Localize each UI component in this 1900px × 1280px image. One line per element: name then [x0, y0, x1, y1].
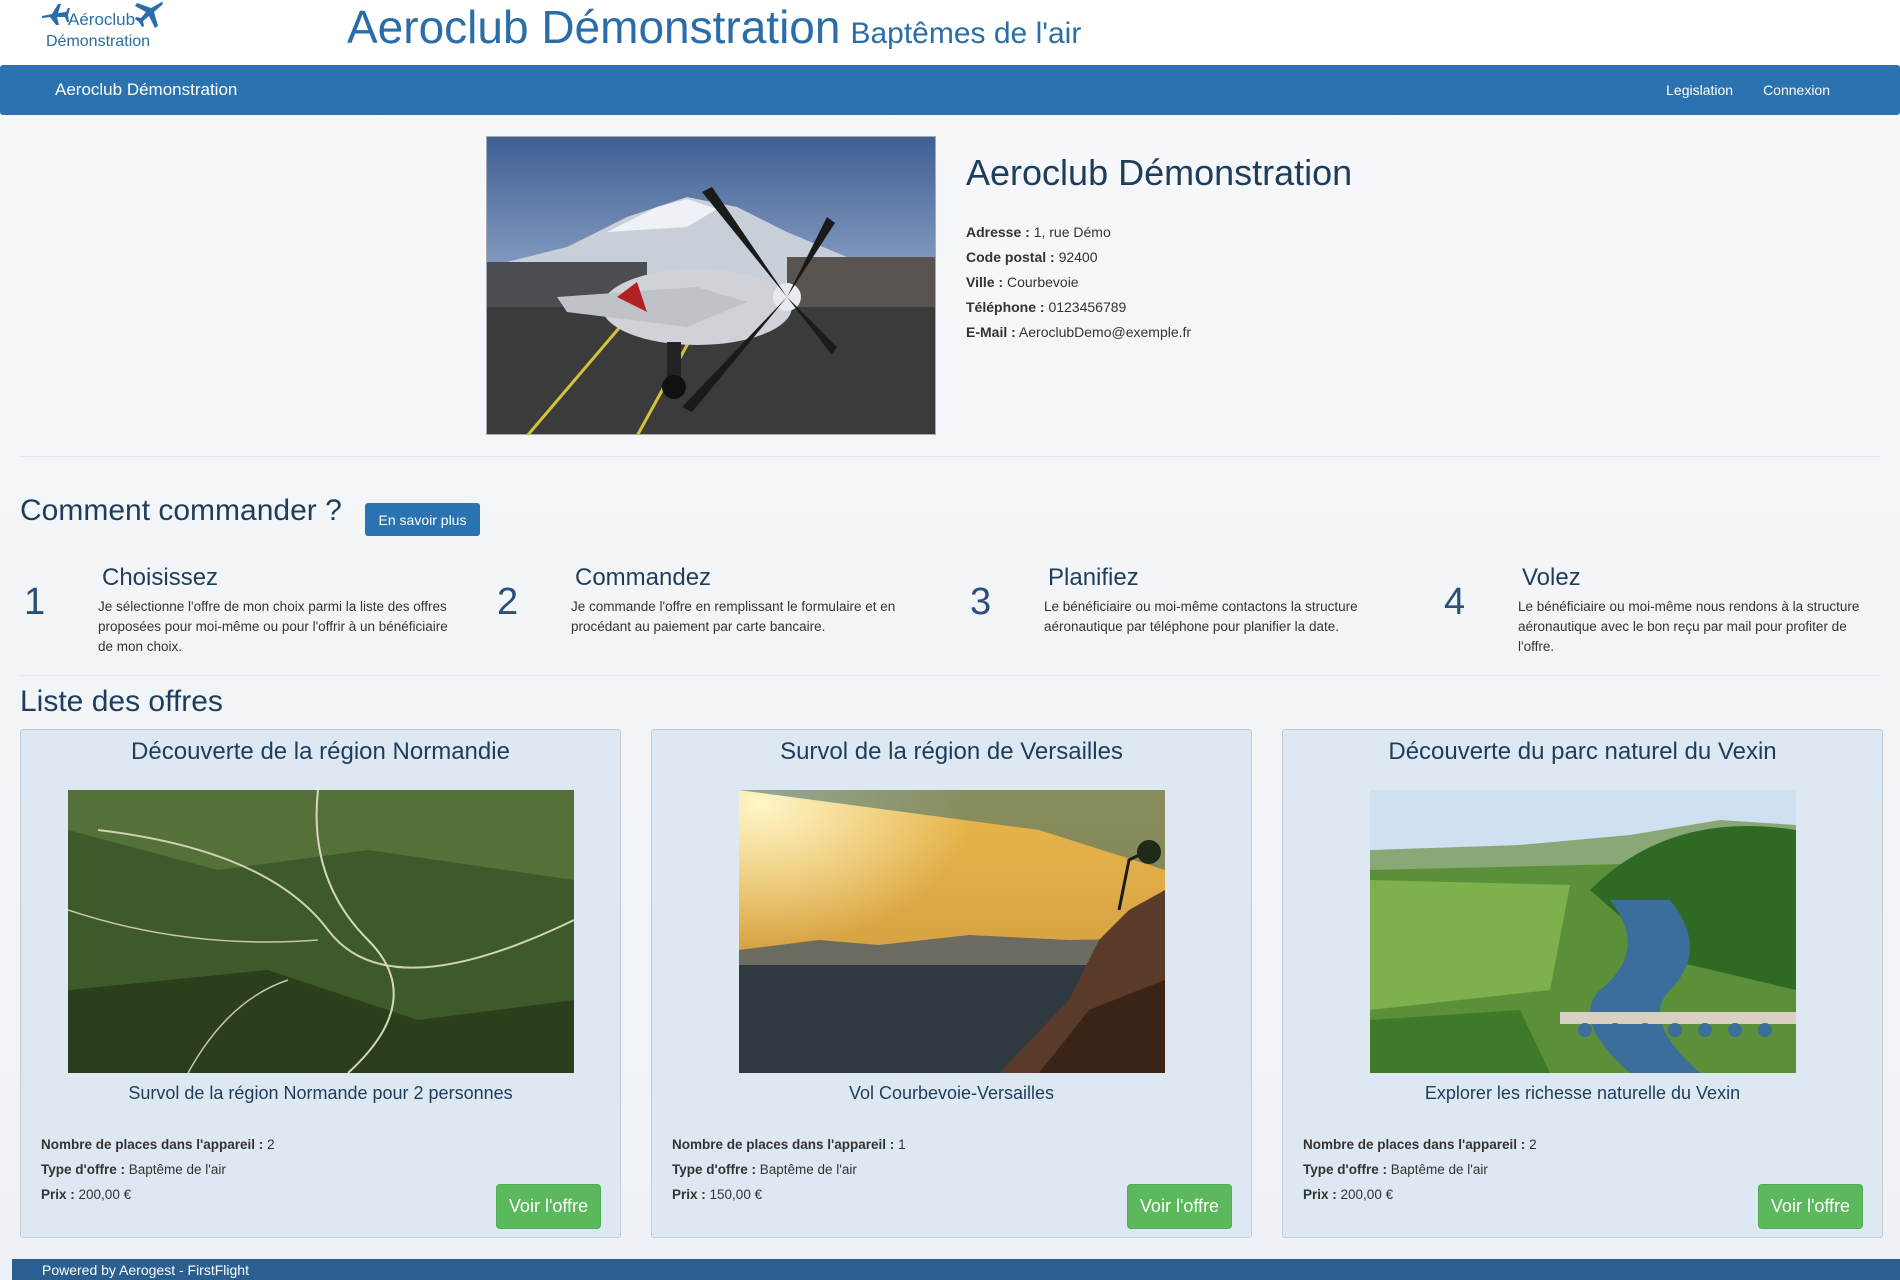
- how-to-order-title: Comment commander ?: [20, 494, 342, 527]
- nav-link-connexion[interactable]: Connexion: [1763, 82, 1830, 98]
- club-address: Adresse : 1, rue Démo: [966, 220, 1352, 245]
- offer-seats: Nombre de places dans l'appareil : 2: [1303, 1132, 1537, 1157]
- top-header: Aéroclub Démonstration Aeroclub Démonstr…: [0, 0, 1900, 65]
- step-description: Le bénéficiaire ou moi-même contactons l…: [1044, 599, 1358, 634]
- airplane-icon: [42, 4, 70, 25]
- footer: Powered by Aerogest - FirstFlight: [12, 1259, 1900, 1280]
- step-number: 2: [497, 581, 519, 623]
- offer-image-aerial-landscape: [68, 790, 574, 1073]
- view-offer-button[interactable]: Voir l'offre: [1758, 1184, 1863, 1229]
- offer-card-vexin: Découverte du parc naturel du Vexin Expl…: [1282, 729, 1883, 1238]
- club-phone-label: Téléphone :: [966, 299, 1045, 315]
- step-title: Commandez: [575, 564, 712, 591]
- offer-type-value: Baptême de l'air: [759, 1162, 857, 1177]
- offer-price-label: Prix :: [672, 1187, 706, 1202]
- offer-description: Vol Courbevoie-Versailles: [848, 1083, 1055, 1103]
- offer-seats-value: 2: [1529, 1137, 1537, 1152]
- offer-type: Type d'offre : Baptême de l'air: [41, 1157, 275, 1182]
- offer-title: Découverte de la région Normandie: [131, 738, 510, 765]
- logo-text-line2: Démonstration: [46, 33, 151, 50]
- offer-image-sunset-valley: [739, 790, 1165, 1073]
- nav-link-legislation[interactable]: Legislation: [1666, 82, 1733, 98]
- club-info: Aeroclub Démonstration Adresse : 1, rue …: [966, 152, 1352, 345]
- offer-type-value: Baptême de l'air: [1390, 1162, 1488, 1177]
- club-postal-code-label: Code postal :: [966, 249, 1055, 265]
- club-photo-aircraft: [486, 136, 936, 435]
- navbar-links: Legislation Connexion: [1666, 82, 1830, 98]
- step-number: 3: [970, 581, 992, 623]
- club-phone-value: 0123456789: [1048, 299, 1127, 315]
- club-city-label: Ville :: [966, 274, 1004, 290]
- offer-type-value: Baptême de l'air: [128, 1162, 226, 1177]
- navbar: Aeroclub Démonstration Legislation Conne…: [0, 65, 1900, 115]
- offer-seats: Nombre de places dans l'appareil : 2: [41, 1132, 275, 1157]
- offers-title: Liste des offres: [20, 685, 223, 718]
- step-description: Je commande l'offre en remplissant le fo…: [571, 599, 896, 634]
- step-title: Planifiez: [1048, 564, 1139, 591]
- offer-title: Survol de la région de Versailles: [780, 738, 1123, 765]
- offer-type-label: Type d'offre :: [672, 1162, 756, 1177]
- airplane-icon: [135, 2, 163, 28]
- offer-card-normandie: Découverte de la région Normandie Survol…: [20, 729, 621, 1238]
- club-address-label: Adresse :: [966, 224, 1030, 240]
- offer-details: Nombre de places dans l'appareil : 1 Typ…: [672, 1132, 906, 1207]
- club-city-value: Courbevoie: [1006, 274, 1079, 290]
- site-title: Aeroclub Démonstration Baptêmes de l'air: [347, 0, 1081, 54]
- club-email: E-Mail : AeroclubDemo@exemple.fr: [966, 320, 1352, 345]
- section-divider: [20, 456, 1880, 457]
- offer-seats-label: Nombre de places dans l'appareil :: [41, 1137, 264, 1152]
- navbar-brand[interactable]: Aeroclub Démonstration: [55, 80, 237, 100]
- club-postal-code: Code postal : 92400: [966, 245, 1352, 270]
- offer-seats-label: Nombre de places dans l'appareil :: [672, 1137, 895, 1152]
- club-phone: Téléphone : 0123456789: [966, 295, 1352, 320]
- offer-seats: Nombre de places dans l'appareil : 1: [672, 1132, 906, 1157]
- offer-type: Type d'offre : Baptême de l'air: [1303, 1157, 1537, 1182]
- offer-seats-label: Nombre de places dans l'appareil :: [1303, 1137, 1526, 1152]
- step-description: Le bénéficiaire ou moi-même nous rendons…: [1518, 599, 1860, 654]
- club-city: Ville : Courbevoie: [966, 270, 1352, 295]
- step-title: Choisissez: [102, 564, 219, 591]
- offer-details: Nombre de places dans l'appareil : 2 Typ…: [1303, 1132, 1537, 1207]
- logo-text-line1: Aéroclub: [68, 10, 136, 29]
- offer-title: Découverte du parc naturel du Vexin: [1388, 738, 1777, 765]
- offer-seats-value: 2: [267, 1137, 275, 1152]
- club-email-label: E-Mail :: [966, 324, 1016, 340]
- offer-type-label: Type d'offre :: [41, 1162, 125, 1177]
- view-offer-button[interactable]: Voir l'offre: [1127, 1184, 1232, 1229]
- step-number: 1: [24, 581, 46, 623]
- offer-price-label: Prix :: [41, 1187, 75, 1202]
- offer-image-river-valley: [1370, 790, 1796, 1073]
- site-title-main: Aeroclub Démonstration: [347, 1, 841, 53]
- offer-description: Explorer les richesse naturelle du Vexin: [1424, 1083, 1741, 1103]
- offer-card-versailles: Survol de la région de Versailles Vol Co…: [651, 729, 1252, 1238]
- step-description: Je sélectionne l'offre de mon choix parm…: [98, 599, 448, 654]
- offer-price-value: 150,00 €: [709, 1187, 763, 1202]
- step-title: Volez: [1522, 564, 1581, 591]
- view-offer-button[interactable]: Voir l'offre: [496, 1184, 601, 1229]
- offer-price: Prix : 200,00 €: [41, 1182, 275, 1207]
- club-name: Aeroclub Démonstration: [966, 152, 1353, 193]
- offer-price: Prix : 150,00 €: [672, 1182, 906, 1207]
- site-title-sub: Baptêmes de l'air: [850, 17, 1082, 50]
- offer-type-label: Type d'offre :: [1303, 1162, 1387, 1177]
- club-postal-code-value: 92400: [1058, 249, 1098, 265]
- offer-description: Survol de la région Normande pour 2 pers…: [128, 1083, 513, 1103]
- offer-price-value: 200,00 €: [78, 1187, 132, 1202]
- offer-price-label: Prix :: [1303, 1187, 1337, 1202]
- offer-price-value: 200,00 €: [1340, 1187, 1394, 1202]
- club-logo[interactable]: Aéroclub Démonstration: [40, 0, 170, 55]
- offer-details: Nombre de places dans l'appareil : 2 Typ…: [41, 1132, 275, 1207]
- club-email-value: AeroclubDemo@exemple.fr: [1018, 324, 1192, 340]
- step-number: 4: [1444, 581, 1466, 623]
- learn-more-button[interactable]: En savoir plus: [365, 503, 480, 536]
- club-address-value: 1, rue Démo: [1033, 224, 1111, 240]
- footer-powered-by: Powered by Aerogest - FirstFlight: [42, 1262, 249, 1278]
- offer-price: Prix : 200,00 €: [1303, 1182, 1537, 1207]
- offer-type: Type d'offre : Baptême de l'air: [672, 1157, 906, 1182]
- offer-seats-value: 1: [898, 1137, 906, 1152]
- section-divider: [20, 675, 1880, 676]
